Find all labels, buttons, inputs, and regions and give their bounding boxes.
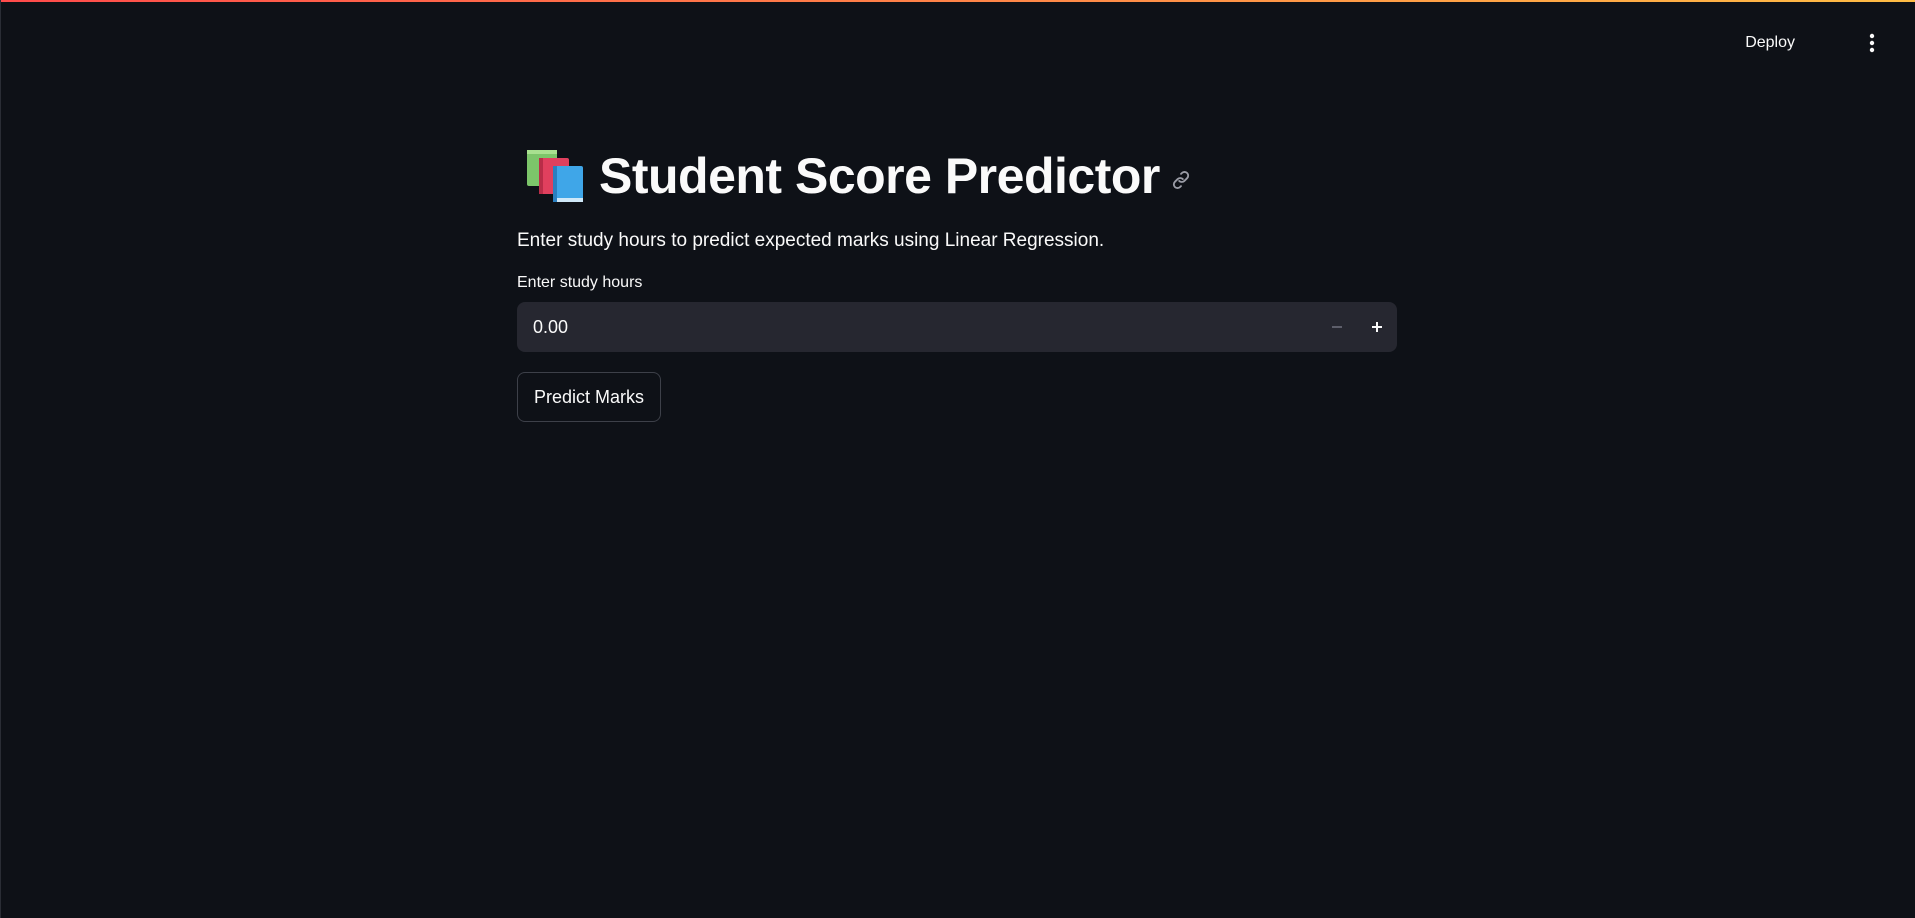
- study-hours-input-container: [517, 301, 1397, 353]
- deploy-button[interactable]: Deploy: [1735, 28, 1805, 58]
- link-icon[interactable]: [1170, 169, 1192, 191]
- study-hours-input[interactable]: [517, 301, 1317, 353]
- study-hours-label: Enter study hours: [517, 274, 643, 291]
- main-menu-button[interactable]: [1855, 26, 1889, 60]
- plus-icon: [1372, 322, 1382, 332]
- predict-marks-button[interactable]: Predict Marks: [517, 372, 662, 422]
- main-content: Student Score Predictor Enter study hour…: [517, 140, 1397, 422]
- app-window: Deploy Student Score Predictor Enter stu…: [0, 0, 1915, 918]
- page-title-row: Student Score Predictor: [517, 140, 1397, 212]
- page-description: Enter study hours to predict expected ma…: [517, 230, 1105, 251]
- minus-icon: [1332, 326, 1342, 328]
- page-title: Student Score Predictor: [599, 148, 1160, 204]
- app-header: Deploy: [1, 0, 1915, 86]
- decrement-button[interactable]: [1317, 302, 1357, 352]
- vertical-ellipsis-icon: [1869, 33, 1875, 53]
- increment-button[interactable]: [1357, 302, 1397, 352]
- books-emoji-icon: [527, 150, 583, 202]
